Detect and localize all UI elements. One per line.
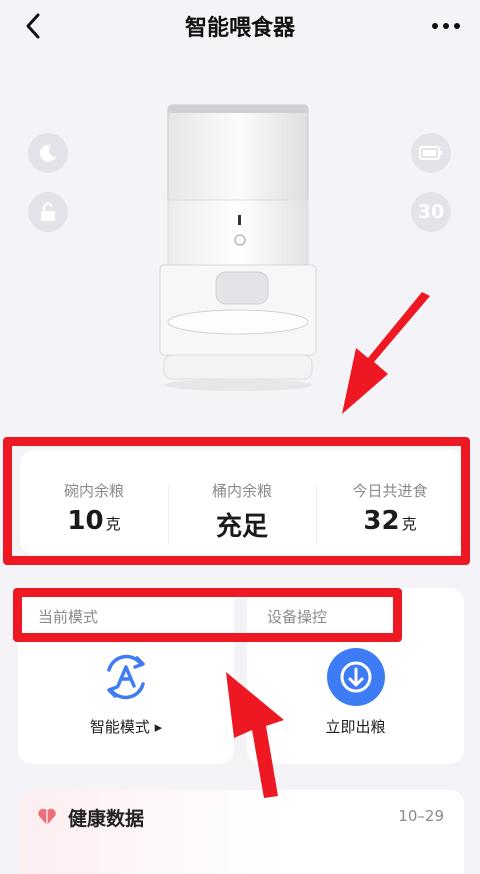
top-bar: 智能喂食器 — [0, 0, 480, 52]
lock-icon[interactable] — [28, 192, 68, 232]
feeder-device-image — [148, 100, 328, 400]
smart-mode-label[interactable]: 智能模式 ▸ — [18, 716, 234, 737]
more-icon[interactable] — [428, 10, 464, 42]
red-arrow-pointer — [226, 672, 284, 798]
red-arrow-pointer — [342, 292, 430, 414]
battery-level-text: 30 — [417, 201, 445, 223]
dispense-food-button[interactable] — [326, 648, 385, 706]
night-mode-icon[interactable] — [28, 133, 68, 173]
health-data-title: 健康数据 — [68, 808, 145, 830]
health-data-date: 10–29 — [398, 807, 444, 825]
smart-mode-icon[interactable] — [97, 648, 155, 706]
stats-highlight-box — [3, 437, 470, 565]
battery-level-badge: 30 — [411, 192, 451, 232]
battery-icon — [411, 133, 451, 173]
page-title: 智能喂食器 — [184, 16, 295, 41]
section-titles-highlight-box — [13, 588, 402, 642]
heart-icon — [36, 806, 58, 828]
